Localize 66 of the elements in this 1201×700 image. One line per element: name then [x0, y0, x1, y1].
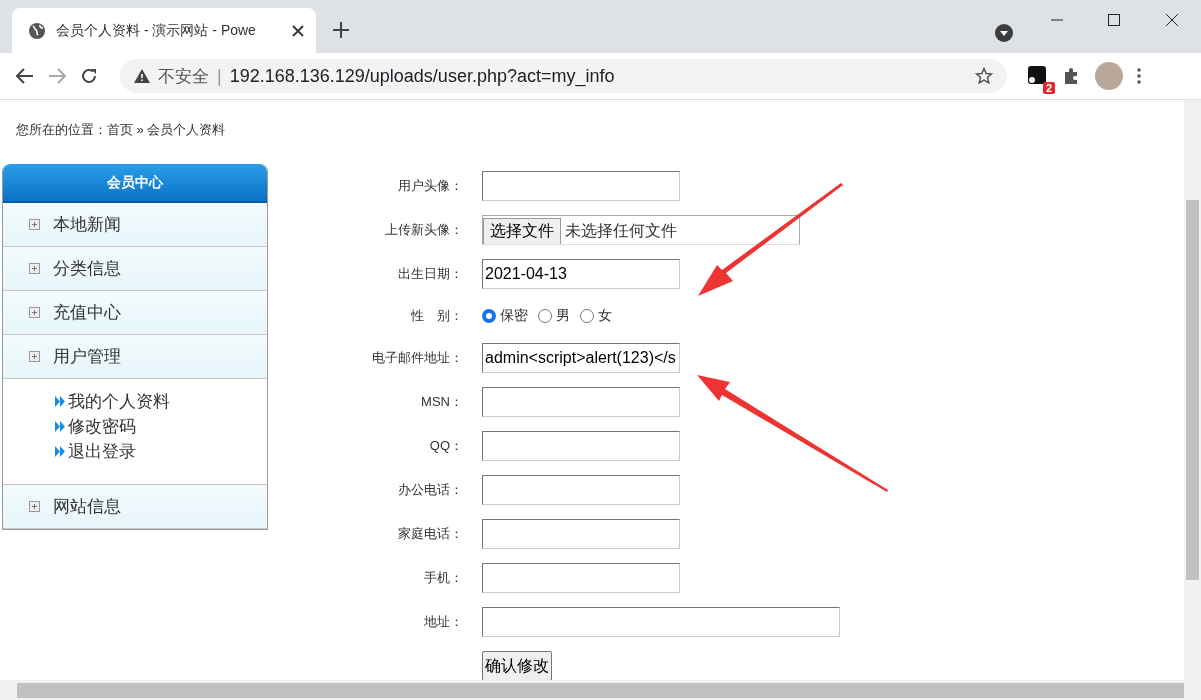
scrollbar[interactable] [1184, 100, 1201, 680]
field-label: 出生日期： [398, 266, 463, 281]
plus-icon[interactable] [330, 19, 352, 41]
sidebar-link[interactable]: 退出登录 [68, 439, 136, 464]
file-status: 未选择任何文件 [565, 221, 677, 241]
breadcrumb: 您所在的位置：首页 » 会员个人资料 [16, 122, 226, 137]
field-label: MSN： [421, 394, 463, 409]
plus-box-icon[interactable] [29, 263, 40, 274]
dropdown-icon[interactable] [995, 24, 1013, 42]
field-label: 上传新头像： [385, 222, 463, 237]
globe-icon [28, 21, 46, 40]
sidebar-item[interactable]: 本地新闻 [3, 203, 267, 247]
browser-tab[interactable]: 会员个人资料 - 演示网站 - Powe [12, 8, 316, 53]
radio-label: 保密 [500, 307, 528, 325]
arrow-icon [55, 421, 66, 432]
input-field[interactable] [482, 607, 840, 637]
radio-label: 男 [556, 307, 570, 325]
scrollbar[interactable] [0, 680, 1201, 700]
input-field[interactable] [482, 519, 680, 549]
close-icon[interactable] [292, 24, 304, 37]
forward-arrow-icon[interactable] [48, 68, 66, 84]
submit-button[interactable]: 确认修改 [482, 651, 552, 680]
input-field[interactable] [482, 563, 680, 593]
star-icon[interactable] [975, 67, 993, 85]
plus-box-icon[interactable] [29, 351, 40, 362]
warning-icon [134, 69, 150, 83]
field-label: 性 别： [411, 308, 463, 323]
arrow-icon [55, 396, 66, 407]
plus-box-icon[interactable] [29, 307, 40, 318]
security-label: 不安全 [158, 65, 209, 88]
avatar[interactable] [1095, 62, 1123, 90]
separator: | [217, 65, 222, 87]
sidebar-link[interactable]: 修改密码 [68, 414, 136, 439]
input-field[interactable]: 2021-04-13 [482, 259, 680, 289]
sidebar-item[interactable]: 充值中心 [3, 291, 267, 335]
field-label: 办公电话： [398, 482, 463, 497]
sidebar-item[interactable]: 网站信息 [3, 485, 267, 529]
field-label: 地址： [424, 614, 463, 629]
address-bar[interactable]: 不安全 | 192.168.136.129/uploads/user.php?act=my_info [120, 59, 1007, 93]
sidebar-link[interactable]: 我的个人资料 [68, 389, 170, 414]
plus-box-icon[interactable] [29, 219, 40, 230]
arrow-icon [55, 446, 66, 457]
notification-badge: 2 [1042, 82, 1055, 94]
sidebar-item[interactable]: 分类信息 [3, 247, 267, 291]
input-field[interactable] [482, 475, 680, 505]
sidebar-item[interactable]: 用户管理 [3, 335, 267, 379]
radio-button[interactable] [482, 309, 496, 323]
back-arrow-icon[interactable] [16, 68, 34, 84]
radio-label: 女 [598, 307, 612, 325]
file-field[interactable]: 选择文件 未选择任何文件 [482, 215, 800, 245]
input-field[interactable] [482, 171, 680, 201]
reload-icon[interactable] [80, 67, 98, 85]
field-label: QQ： [429, 438, 463, 453]
input-field[interactable] [482, 387, 680, 417]
plus-box-icon[interactable] [29, 501, 40, 512]
extension-icon[interactable] [1027, 65, 1047, 85]
input-field[interactable] [482, 431, 680, 461]
choose-file-button[interactable]: 选择文件 [483, 218, 561, 244]
sidebar-title: 会员中心 [3, 164, 267, 203]
field-label: 手机： [424, 570, 463, 585]
field-label: 电子邮件地址： [372, 350, 463, 365]
url-text: 192.168.136.129/uploads/user.php?act=my_info [229, 65, 616, 87]
input-field[interactable]: admin<script>alert(123)</s [482, 343, 680, 373]
menu-icon[interactable] [1137, 68, 1141, 84]
field-label: 家庭电话： [398, 526, 463, 541]
field-label: 用户头像： [398, 178, 463, 193]
